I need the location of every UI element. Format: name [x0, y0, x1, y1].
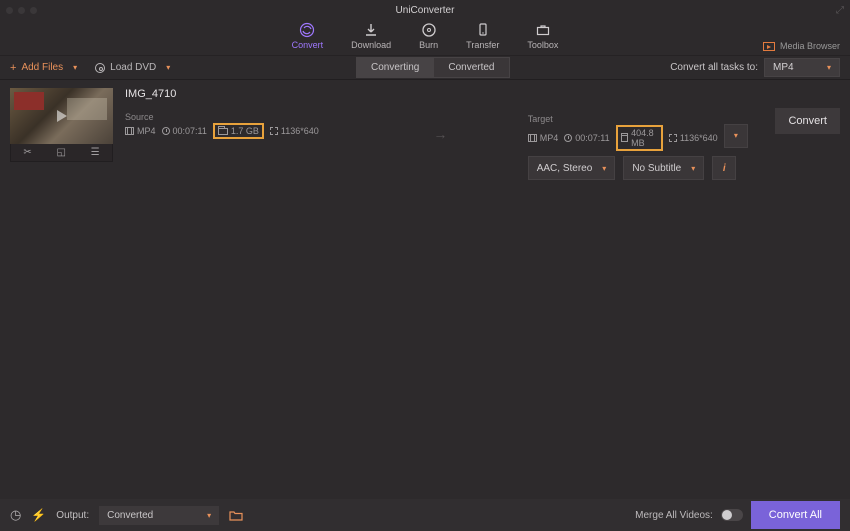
chevron-down-icon: ▾ [602, 164, 606, 173]
resolution-icon [270, 127, 278, 135]
merge-videos-toggle[interactable] [721, 509, 743, 521]
merge-videos-label: Merge All Videos: [635, 510, 713, 521]
gpu-accel-button[interactable]: ⚡ [31, 508, 46, 522]
thumbnail-tools: ✂ ◱ ☰ [10, 144, 113, 162]
load-dvd-button[interactable]: Load DVD [95, 62, 156, 73]
resolution-icon [669, 134, 677, 142]
convert-button[interactable]: Convert [775, 108, 840, 134]
convert-all-tasks-label: Convert all tasks to: [670, 62, 758, 73]
effects-button[interactable]: ☰ [91, 147, 100, 158]
window-title: UniConverter [396, 5, 455, 16]
tab-download[interactable]: Download [351, 22, 391, 50]
output-format-select[interactable]: MP4 ▾ [764, 58, 840, 77]
target-meta: MP4 00:07:11 404.8 MB 1136*640 [528, 128, 718, 148]
burn-icon [421, 22, 437, 38]
title-bar: UniConverter ⤢ [0, 0, 850, 20]
schedule-button[interactable]: ◷ [10, 507, 21, 523]
output-label: Output: [56, 510, 89, 521]
tab-transfer-label: Transfer [466, 40, 499, 50]
tab-toolbox[interactable]: Toolbox [527, 22, 558, 50]
window-controls[interactable] [6, 7, 37, 14]
open-folder-button[interactable] [229, 510, 243, 521]
output-format-value: MP4 [773, 62, 794, 73]
plus-icon: + [10, 62, 16, 74]
clock-icon [162, 127, 170, 135]
format-icon [125, 127, 134, 135]
tab-convert[interactable]: Convert [292, 22, 324, 50]
load-dvd-dropdown[interactable]: ▾ [162, 63, 174, 72]
tab-transfer[interactable]: Transfer [466, 22, 499, 50]
target-size: 404.8 MB [631, 128, 658, 148]
target-settings-button[interactable]: ▾ [724, 124, 748, 148]
chevron-down-icon: ▾ [207, 511, 211, 520]
size-icon [218, 128, 228, 135]
media-browser-label: Media Browser [780, 41, 840, 51]
conversion-arrow: → [353, 88, 528, 180]
tab-download-label: Download [351, 40, 391, 50]
toolbox-icon [535, 22, 551, 38]
source-format: MP4 [137, 126, 156, 136]
source-size: 1.7 GB [231, 126, 259, 136]
source-resolution: 1136*640 [281, 126, 319, 136]
convert-all-button[interactable]: Convert All [751, 501, 840, 529]
size-icon [621, 135, 629, 142]
subtitle-select[interactable]: No Subtitle ▾ [623, 156, 704, 180]
load-dvd-label: Load DVD [110, 62, 156, 73]
subtitle-value: No Subtitle [632, 163, 681, 174]
audio-value: AAC, Stereo [537, 163, 593, 174]
tab-burn[interactable]: Burn [419, 22, 438, 50]
transfer-icon [475, 22, 491, 38]
tab-converted[interactable]: Converted [433, 57, 509, 78]
close-icon[interactable] [6, 7, 13, 14]
clock-icon [564, 134, 572, 142]
file-name: IMG_4710 [125, 88, 353, 100]
bottom-bar: ◷ ⚡ Output: Converted ▾ Merge All Videos… [0, 499, 850, 531]
file-list: ✂ ◱ ☰ IMG_4710 Source MP4 00:07:11 1.7 G… [0, 80, 850, 499]
chevron-down-icon: ▾ [734, 131, 738, 140]
source-label: Source [125, 112, 353, 122]
tab-burn-label: Burn [419, 40, 438, 50]
target-resolution: 1136*640 [680, 133, 718, 143]
chevron-down-icon: ▾ [691, 164, 695, 173]
add-files-button[interactable]: + Add Files [10, 62, 63, 74]
add-files-label: Add Files [21, 62, 63, 73]
trim-button[interactable]: ✂ [23, 147, 31, 158]
audio-select[interactable]: AAC, Stereo ▾ [528, 156, 616, 180]
target-label: Target [528, 114, 748, 124]
tab-convert-label: Convert [292, 40, 324, 50]
play-icon [57, 110, 67, 122]
convert-icon [299, 22, 315, 38]
status-tabs: Converting Converted [356, 57, 510, 78]
info-button[interactable]: i [712, 156, 736, 180]
tab-converting[interactable]: Converting [356, 57, 433, 78]
minimize-icon[interactable] [18, 7, 25, 14]
output-folder-select[interactable]: Converted ▾ [99, 506, 219, 525]
target-format: MP4 [540, 133, 559, 143]
chevron-down-icon: ▾ [827, 63, 831, 72]
expand-icon[interactable]: ⤢ [836, 5, 844, 16]
disc-icon [95, 63, 105, 73]
media-browser-icon [763, 42, 775, 51]
output-folder-value: Converted [107, 510, 153, 521]
source-duration: 00:07:11 [173, 126, 207, 136]
maximize-icon[interactable] [30, 7, 37, 14]
tab-toolbox-label: Toolbox [527, 40, 558, 50]
download-icon [363, 22, 379, 38]
format-icon [528, 134, 537, 142]
target-duration: 00:07:11 [575, 133, 609, 143]
main-toolbar: Convert Download Burn Transfer Toolbox [0, 20, 850, 56]
crop-button[interactable]: ◱ [56, 147, 65, 158]
sub-toolbar: + Add Files ▾ Load DVD ▾ Converting Conv… [0, 56, 850, 80]
add-files-dropdown[interactable]: ▾ [69, 63, 81, 72]
media-browser-button[interactable]: Media Browser [763, 41, 840, 51]
file-row: ✂ ◱ ☰ IMG_4710 Source MP4 00:07:11 1.7 G… [0, 80, 850, 180]
video-thumbnail[interactable] [10, 88, 113, 144]
source-meta: MP4 00:07:11 1.7 GB 1136*640 [125, 126, 353, 136]
